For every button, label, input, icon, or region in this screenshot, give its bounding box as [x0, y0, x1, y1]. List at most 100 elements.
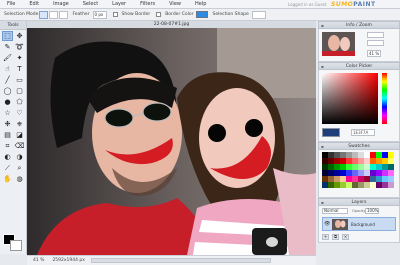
- navigator-thumbnail[interactable]: [322, 32, 355, 56]
- border-color-label: Border Color: [165, 12, 194, 17]
- color-picker-header[interactable]: ▪ Color Picker: [318, 62, 400, 70]
- color-selector: [3, 234, 23, 252]
- polygon-icon[interactable]: ⬠: [14, 97, 25, 107]
- circle-icon[interactable]: ●: [2, 97, 13, 107]
- menu-help[interactable]: Help: [188, 0, 213, 9]
- zoom-input[interactable]: 41 %: [367, 50, 381, 57]
- magic-wand-icon[interactable]: ✦: [14, 53, 25, 63]
- eraser-icon[interactable]: ⌫: [14, 141, 25, 151]
- info-width-field: [367, 32, 384, 38]
- layer-tools: + ⧉ ×: [322, 234, 349, 240]
- menu-view[interactable]: View: [162, 0, 188, 9]
- layer-thumbnail: [332, 218, 348, 230]
- stamp-icon[interactable]: ⎈: [14, 119, 25, 129]
- feather-label: Feather: [72, 12, 90, 17]
- selection-shape-select[interactable]: [251, 10, 266, 19]
- blend-mode-select[interactable]: Normal: [322, 208, 348, 214]
- saturation-value-square[interactable]: [322, 73, 378, 124]
- brand-logo-part-b: PAINT: [353, 1, 376, 8]
- swatches-panel: [318, 150, 400, 198]
- burn-icon[interactable]: ◑: [14, 152, 25, 162]
- tools-panel-title: Tools: [0, 21, 26, 30]
- color-swatch[interactable]: [388, 182, 394, 188]
- rectangle-icon[interactable]: ▭: [14, 75, 25, 85]
- delete-layer-icon[interactable]: ×: [342, 234, 349, 240]
- info-panel: 41 %: [318, 29, 400, 62]
- zoom-icon[interactable]: ⌕: [14, 163, 25, 173]
- lasso-icon[interactable]: ➰: [14, 42, 25, 52]
- menu-edit[interactable]: Edit: [22, 0, 46, 9]
- border-color-checkbox[interactable]: [156, 12, 162, 17]
- navigator-thumbnail-image: [322, 32, 355, 56]
- horizontal-scrollbar[interactable]: [90, 258, 271, 263]
- tool-options-bar: Selection Mode Feather 0 px Show Border …: [0, 9, 400, 21]
- color-picker-panel: 1E3F7A: [318, 70, 400, 142]
- layers-panel: Normal Opacity 100% 👁 Background + ⧉ ×: [318, 206, 400, 243]
- border-color-swatch[interactable]: [196, 11, 209, 18]
- opacity-label: Opacity: [352, 209, 366, 213]
- layer-thumbnail-image: [332, 218, 348, 230]
- feather-input[interactable]: 0 px: [92, 10, 107, 19]
- swatches-header[interactable]: ▪ Swatches: [318, 142, 400, 150]
- opacity-input[interactable]: 100%: [365, 208, 379, 214]
- menu-layer[interactable]: Layer: [105, 0, 133, 9]
- menu-file[interactable]: File: [0, 0, 22, 9]
- tool-grid: ⬚ ✥ ✎ ➰ 🖌 ✦ ☝ T ╱ ▭ ◯ ▢ ● ⬠ ☆ ♡ ❉ ⎈ ▤ ◪ ⌗ ⌫ ◐ ◑ ⟋ ⌕ ✋ ◍: [0, 30, 26, 185]
- new-layer-icon[interactable]: +: [322, 234, 329, 240]
- bucket-icon[interactable]: ◪: [14, 130, 25, 140]
- select-rect-icon[interactable]: ⬚: [2, 31, 13, 41]
- status-bar: 41 % 2592x1944 px: [27, 255, 316, 265]
- move-icon[interactable]: ✥: [14, 31, 25, 41]
- info-panel-title: Info / Zoom: [346, 23, 372, 28]
- info-height-field: [367, 40, 384, 46]
- brand-logo: SUMOPAINT: [331, 1, 376, 8]
- menu-bar: File Edit Image Select Layer Filters Vie…: [0, 0, 400, 9]
- hex-color-input[interactable]: 1E3F7A: [351, 129, 375, 136]
- info-panel-header[interactable]: ▪ Info / Zoom: [318, 21, 400, 29]
- right-panels: ▪ Info / Zoom 41 % ▪ Color Picker 1E3F7A…: [318, 21, 400, 265]
- selection-mode-new-button[interactable]: [39, 10, 49, 19]
- text-icon[interactable]: T: [14, 64, 25, 74]
- status-zoom: 41 %: [33, 258, 45, 263]
- gradient-icon[interactable]: ▤: [2, 130, 13, 140]
- menu-select[interactable]: Select: [76, 0, 105, 9]
- tools-panel: Tools ⬚ ✥ ✎ ➰ 🖌 ✦ ☝ T ╱ ▭ ◯ ▢ ● ⬠ ☆ ♡ ❉ ⎈ ▤ ◪ ⌗ ⌫ ◐ ◑ ⟋ ⌕ ✋ ◍: [0, 21, 27, 254]
- document-title: 22-08-07#1.jpg: [27, 21, 316, 28]
- line-icon[interactable]: ╱: [2, 75, 13, 85]
- current-color-preview: [322, 128, 340, 137]
- show-border-checkbox[interactable]: [112, 12, 118, 17]
- hand-icon[interactable]: ✋: [2, 174, 13, 184]
- show-border-label: Show Border: [121, 12, 151, 17]
- brush-icon[interactable]: 🖌: [2, 53, 13, 63]
- smudge-icon[interactable]: ☝: [2, 64, 13, 74]
- background-color-swatch[interactable]: [10, 240, 22, 251]
- layer-name: Background: [351, 221, 375, 227]
- spray-icon[interactable]: ❉: [2, 119, 13, 129]
- selection-shape-label: Selection Shape: [212, 12, 249, 17]
- star-icon[interactable]: ☆: [2, 108, 13, 118]
- blur-icon[interactable]: ◍: [14, 174, 25, 184]
- menu-filters[interactable]: Filters: [133, 0, 162, 9]
- app-window: File Edit Image Select Layer Filters Vie…: [0, 0, 400, 265]
- selection-mode-add-button[interactable]: [49, 10, 59, 19]
- hue-slider[interactable]: [382, 73, 387, 124]
- rounded-rect-icon[interactable]: ▢: [14, 86, 25, 96]
- ellipse-icon[interactable]: ◯: [2, 86, 13, 96]
- layers-header[interactable]: ▪ Layers: [318, 198, 400, 206]
- eye-icon[interactable]: 👁: [324, 221, 330, 227]
- crop-icon[interactable]: ⌗: [2, 141, 13, 151]
- dodge-icon[interactable]: ◐: [2, 152, 13, 162]
- selection-mode-subtract-button[interactable]: [59, 10, 69, 19]
- pencil-icon[interactable]: ✎: [2, 42, 13, 52]
- layer-row-background[interactable]: 👁 Background: [322, 217, 396, 231]
- selection-mode-label: Selection Mode: [4, 12, 39, 17]
- menu-image[interactable]: Image: [46, 0, 76, 9]
- image-canvas[interactable]: [27, 28, 316, 255]
- swatches-title: Swatches: [348, 144, 370, 149]
- layers-title: Layers: [351, 200, 367, 205]
- color-picker-title: Color Picker: [345, 64, 373, 69]
- logged-in-status: Logged in as Guest: [288, 2, 327, 7]
- duplicate-layer-icon[interactable]: ⧉: [332, 234, 339, 240]
- eyedropper-icon[interactable]: ⟋: [2, 163, 13, 173]
- heart-icon[interactable]: ♡: [14, 108, 25, 118]
